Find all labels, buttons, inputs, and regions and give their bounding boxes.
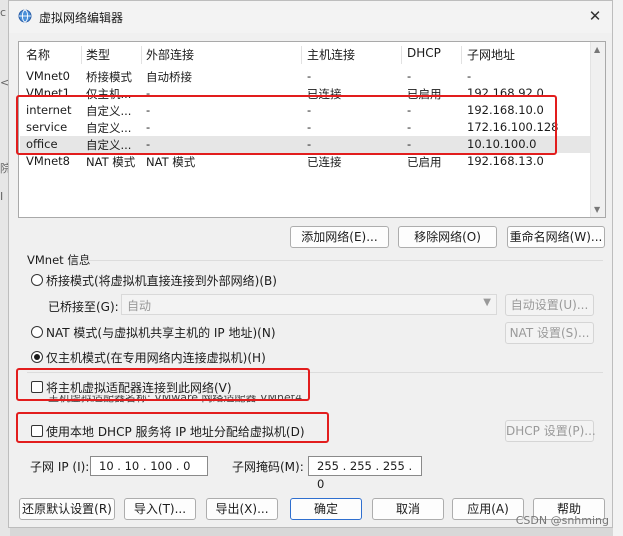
restore-defaults-button[interactable]: 还原默认设置(R) <box>19 498 115 520</box>
nat-mode-radio[interactable] <box>31 326 43 338</box>
close-icon[interactable]: ✕ <box>584 5 606 27</box>
import-button[interactable]: 导入(T)... <box>124 498 196 520</box>
nat-mode-label[interactable]: NAT 模式(与虚拟机共享主机的 IP 地址)(N) <box>46 324 276 341</box>
apply-button[interactable]: 应用(A) <box>452 498 524 520</box>
cell-name: VMnet8 <box>26 154 70 168</box>
highlight-connect-adapter <box>16 368 310 401</box>
column-header-host[interactable]: 主机连接 <box>307 46 355 63</box>
bridged-to-select[interactable]: 自动 ▼ <box>121 294 497 315</box>
column-header-type[interactable]: 类型 <box>86 46 110 63</box>
nat-settings-button[interactable]: NAT 设置(S)... <box>505 322 594 344</box>
export-button[interactable]: 导出(X)... <box>206 498 278 520</box>
rename-network-button[interactable]: 重命名网络(W)... <box>507 226 605 248</box>
column-divider <box>141 46 142 64</box>
host-only-mode-radio[interactable] <box>31 351 43 363</box>
group-divider <box>83 260 603 261</box>
ok-button[interactable]: 确定 <box>290 498 362 520</box>
column-header-external[interactable]: 外部连接 <box>146 46 194 63</box>
cell-type: 桥接模式 <box>86 70 132 84</box>
remove-network-button[interactable]: 移除网络(O) <box>398 226 497 248</box>
cell-subnet: - <box>467 69 472 83</box>
bridged-to-value: 自动 <box>127 299 152 313</box>
column-divider <box>461 46 462 64</box>
table-row[interactable]: VMnet0 桥接模式 自动桥接 - - - <box>20 68 604 85</box>
column-divider <box>81 46 82 64</box>
bridged-mode-label[interactable]: 桥接模式(将虚拟机直接连接到外部网络)(B) <box>46 272 277 289</box>
chevron-down-icon: ▼ <box>483 297 491 308</box>
cell-external: NAT 模式 <box>146 155 196 169</box>
column-header-name[interactable]: 名称 <box>26 46 50 63</box>
virtual-network-editor-window: 虚拟网络编辑器 ✕ 名称 类型 外部连接 主机连接 DHCP 子网地址 VMne… <box>8 0 613 528</box>
highlight-custom-networks <box>16 95 557 155</box>
column-divider <box>401 46 402 64</box>
background-glyph: c <box>0 6 7 19</box>
background-glyph: I <box>0 190 4 203</box>
cell-name: VMnet0 <box>26 69 70 83</box>
column-header-dhcp[interactable]: DHCP <box>407 46 441 60</box>
cell-host: - <box>307 69 312 83</box>
cell-dhcp: 已启用 <box>407 155 442 169</box>
subnet-ip-field[interactable]: 10 . 10 . 100 . 0 <box>90 456 208 476</box>
cell-host: 已连接 <box>307 155 342 169</box>
bridged-mode-radio[interactable] <box>31 274 43 286</box>
bridged-to-label: 已桥接至(G): <box>48 300 119 314</box>
auto-settings-button[interactable]: 自动设置(U)... <box>505 294 594 316</box>
cell-external: 自动桥接 <box>146 70 192 84</box>
dhcp-settings-button[interactable]: DHCP 设置(P)... <box>505 420 596 442</box>
scroll-up-icon[interactable]: ▲ <box>594 45 600 54</box>
subnet-mask-field[interactable]: 255 . 255 . 255 . 0 <box>308 456 422 491</box>
vertical-scrollbar[interactable]: ▲ ▼ <box>590 42 605 217</box>
watermark: CSDN @snhming <box>515 514 609 527</box>
globe-icon <box>18 9 32 23</box>
scroll-down-icon[interactable]: ▼ <box>594 205 600 214</box>
cell-dhcp: - <box>407 69 412 83</box>
cancel-button[interactable]: 取消 <box>372 498 444 520</box>
cell-type: NAT 模式 <box>86 155 136 169</box>
column-divider <box>301 46 302 64</box>
cell-subnet: 192.168.13.0 <box>467 154 544 168</box>
column-header-subnet[interactable]: 子网地址 <box>467 46 515 63</box>
vmnet-info-title: VMnet 信息 <box>27 253 91 267</box>
window-title: 虚拟网络编辑器 <box>39 11 124 25</box>
title-bar: 虚拟网络编辑器 ✕ <box>9 1 612 33</box>
add-network-button[interactable]: 添加网络(E)... <box>290 226 389 248</box>
background-right-strip <box>613 0 623 536</box>
highlight-use-dhcp <box>16 412 329 443</box>
subnet-ip-label: 子网 IP (I): <box>30 460 90 474</box>
table-row[interactable]: VMnet8 NAT 模式 NAT 模式 已连接 已启用 192.168.13.… <box>20 153 604 170</box>
host-only-mode-label[interactable]: 仅主机模式(在专用网络内连接虚拟机)(H) <box>46 349 266 366</box>
subnet-mask-label: 子网掩码(M): <box>232 460 304 474</box>
